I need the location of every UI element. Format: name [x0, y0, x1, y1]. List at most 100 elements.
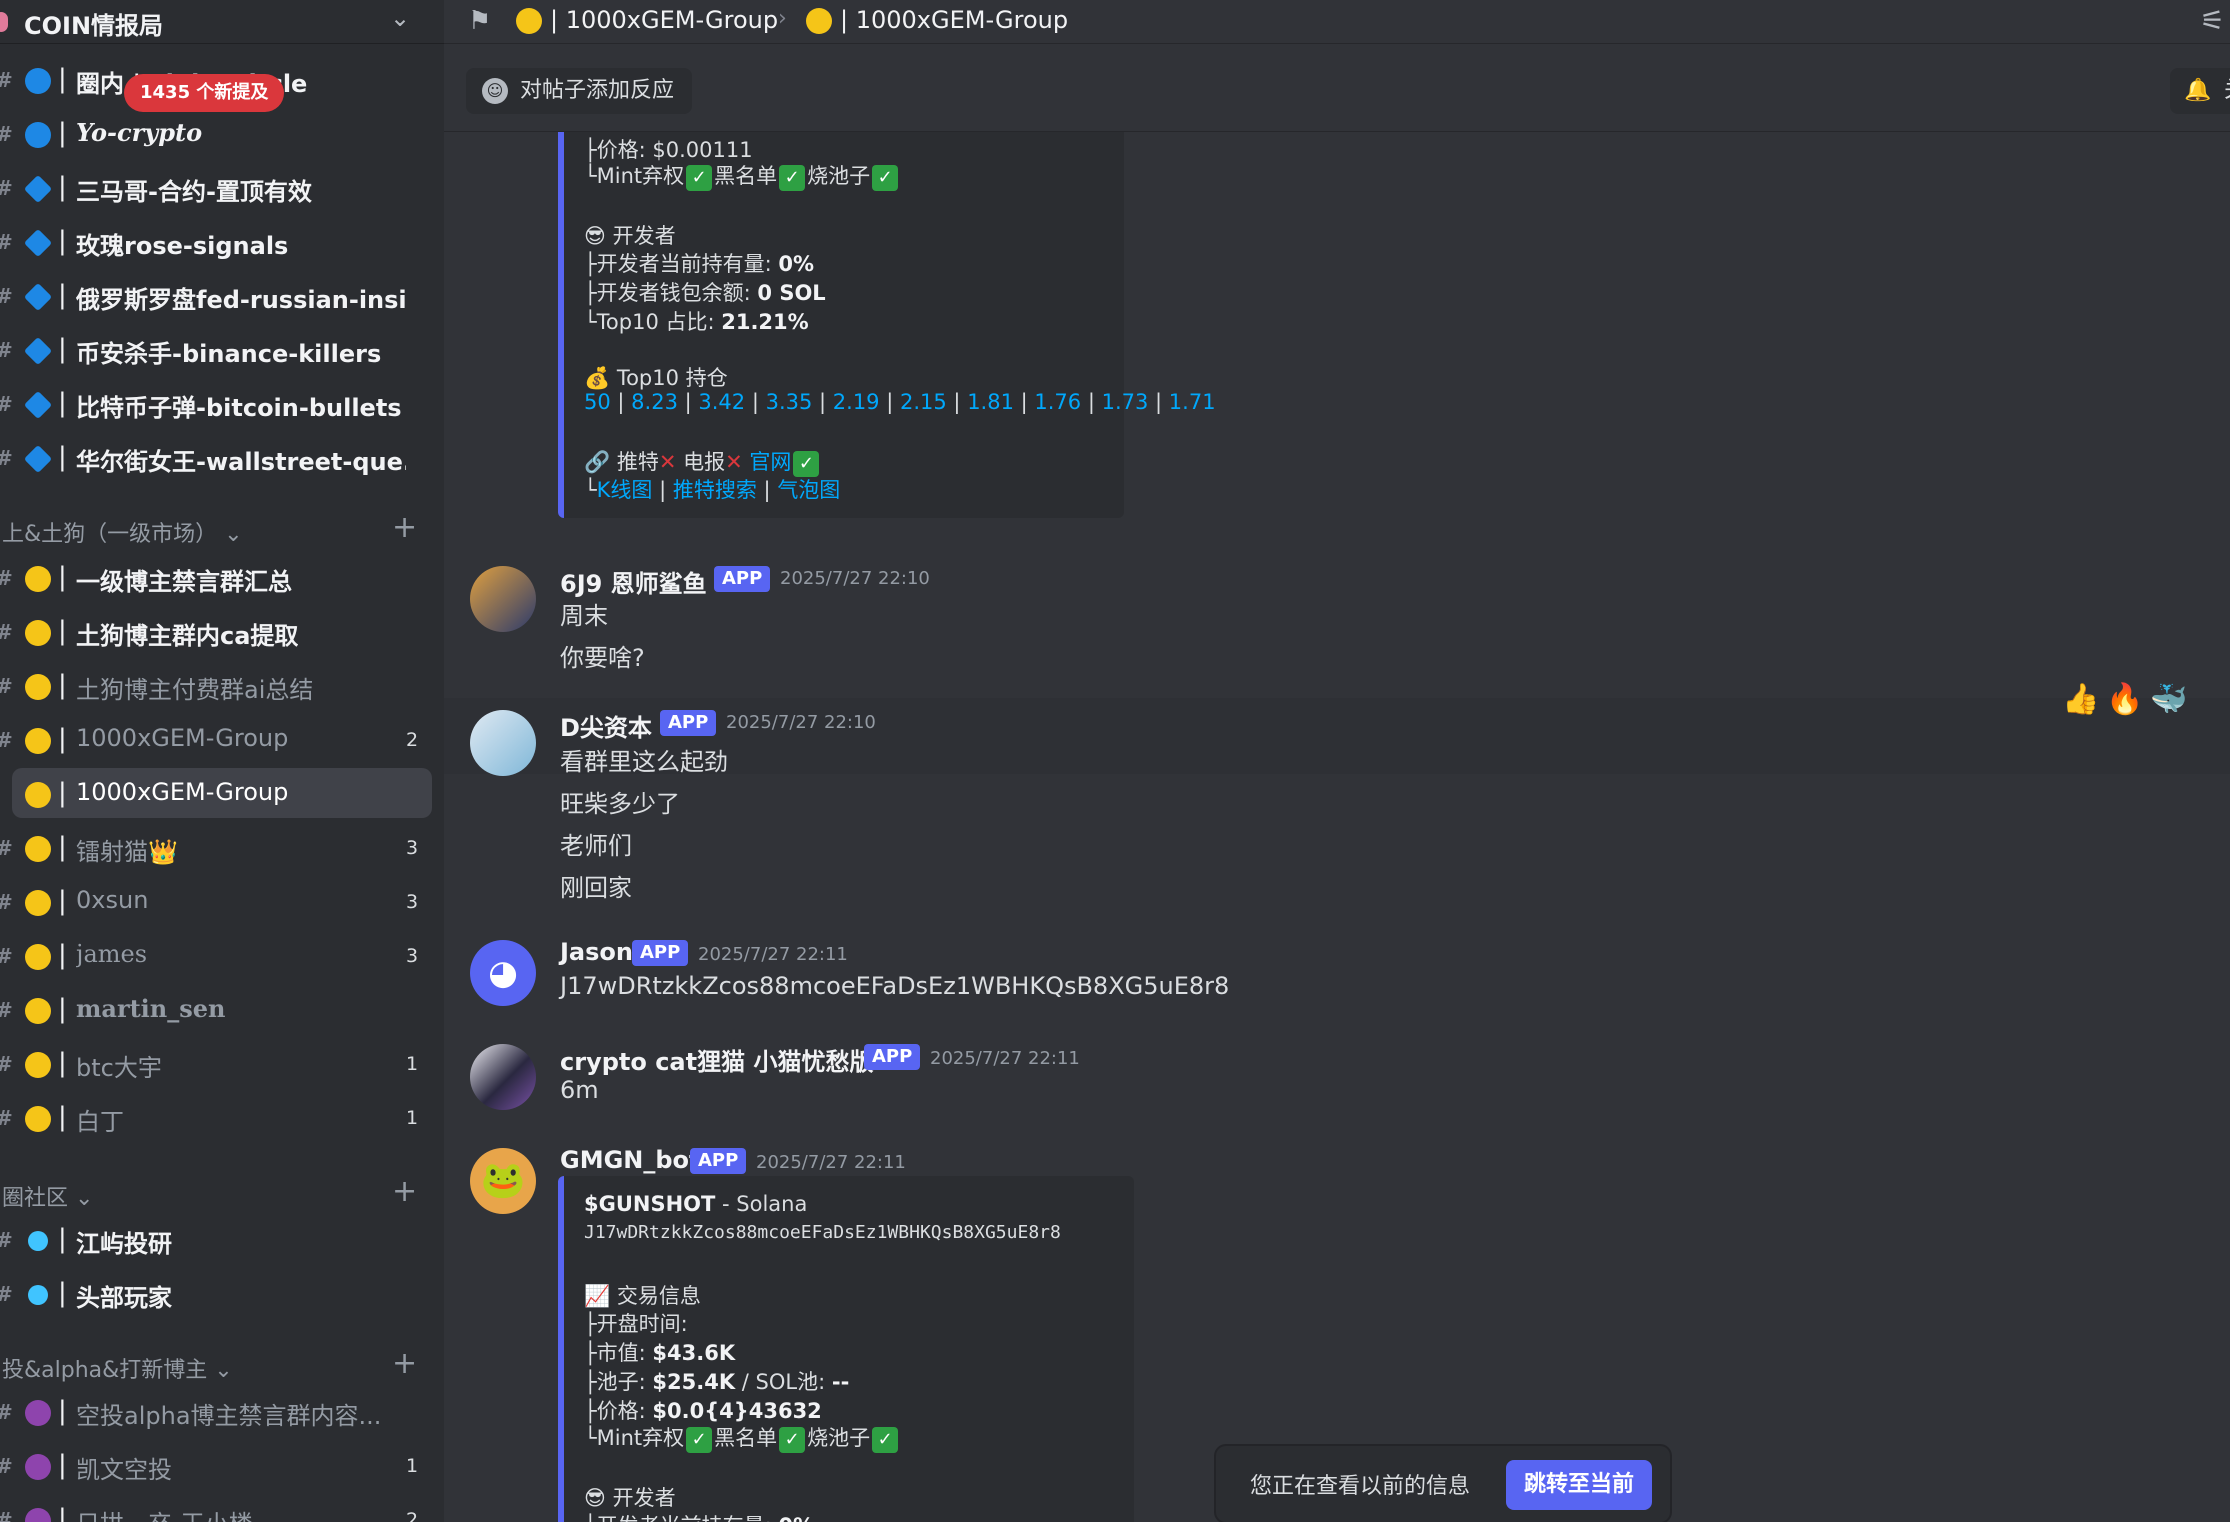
frog-avatar-icon[interactable]: 🐸: [470, 1148, 536, 1214]
channel-item[interactable]: # | 凯文空投 1: [0, 1440, 444, 1490]
username[interactable]: GMGN_bot: [560, 1146, 701, 1174]
channel-item[interactable]: # | 土狗博主付费群ai总结: [0, 660, 444, 710]
channel-item[interactable]: # | 镭射猫👑 3: [0, 822, 444, 872]
yellow-circle-icon: [25, 1106, 51, 1132]
yellow-circle-icon: [25, 674, 51, 700]
add-channel-icon[interactable]: +: [392, 1174, 417, 1209]
message-text: 旺柴多少了: [560, 790, 680, 818]
thread-icon: #: [0, 674, 13, 698]
thread-icon: #: [0, 68, 13, 92]
thread-icon: #: [0, 1400, 13, 1424]
embed-socials-line: 🔗 推特✕ 电报✕ 官网 ✓: [584, 446, 821, 477]
username[interactable]: D尖资本: [560, 708, 652, 743]
channel-label: james: [76, 940, 148, 968]
holder-link[interactable]: 1.81: [967, 390, 1014, 414]
username[interactable]: crypto cat狸猫 小猫忧愁版: [560, 1042, 873, 1077]
channel-item[interactable]: # | 三马哥-合约-置顶有效: [0, 162, 444, 212]
unread-count: 2: [406, 1509, 419, 1522]
channel-item[interactable]: # | 空投alpha博主禁言群内容...: [0, 1386, 444, 1436]
message[interactable]: D尖资本 APP 2025/7/27 22:10 看群里这么起劲 旺柴多少了 老…: [444, 698, 2230, 902]
channel-item[interactable]: # | Yo-crypto: [0, 108, 444, 158]
breadcrumb-parent[interactable]: | 1000xGEM-Group: [550, 6, 778, 34]
channel-item[interactable]: # | 俄罗斯罗盘fed-russian-insi...: [0, 270, 444, 320]
holder-link[interactable]: 1.73: [1102, 390, 1149, 414]
bubble-chart-link[interactable]: 气泡图: [777, 478, 840, 502]
holder-link[interactable]: 2.19: [833, 390, 880, 414]
category-header[interactable]: 投&alpha&打新博主 ⌄ +: [0, 1346, 444, 1386]
holder-link[interactable]: 3.35: [766, 390, 813, 414]
message[interactable]: ◕ Jason APP 2025/7/27 22:11 J17wDRtzkkZc…: [444, 928, 2230, 1008]
embed-safety-line: └Mint弃权 ✓ 黑名单 ✓ 烧池子 ✓: [584, 160, 900, 191]
channel-item[interactable]: # | 币安杀手-binance-killers: [0, 324, 444, 374]
channel-item[interactable]: # | 日拱一卒-王小楼 2: [0, 1494, 444, 1522]
avatar[interactable]: [470, 1044, 536, 1110]
holder-link[interactable]: 3.42: [698, 390, 745, 414]
channel-item[interactable]: # | 玫瑰rose-signals: [0, 216, 444, 266]
channel-label: 币安杀手-binance-killers: [76, 340, 382, 368]
channel-item[interactable]: # | 1000xGEM-Group 2: [0, 714, 444, 764]
add-reaction-button[interactable]: ☺ 对帖子添加反应: [466, 68, 693, 114]
twitter-search-link[interactable]: 推特搜索: [673, 478, 757, 502]
new-mentions-pill[interactable]: 1435 个新提及: [124, 74, 285, 112]
server-header[interactable]: COIN情报局 ⌄: [0, 0, 444, 44]
channel-item[interactable]: # | 0xsun 3: [0, 876, 444, 926]
thread-icon: #: [0, 392, 13, 416]
channel-label: martin_sen: [76, 994, 226, 1023]
discord-logo-icon[interactable]: ◕: [470, 940, 536, 1006]
jump-to-present-bar: 您正在查看以前的信息 跳转至当前: [1216, 1446, 1670, 1522]
channel-item[interactable]: # | 比特币子弹-bitcoin-bullets: [0, 378, 444, 428]
username[interactable]: 6J9 恩师鲨鱼: [560, 564, 707, 599]
app-badge: APP: [864, 1044, 921, 1070]
holder-link[interactable]: 8.23: [631, 390, 678, 414]
embed-dev-hold: ├开发者当前持有量: 0%: [584, 252, 815, 276]
mute-icon[interactable]: ⚟: [2200, 4, 2225, 37]
channel-item-active[interactable]: | 1000xGEM-Group: [12, 768, 432, 818]
message-text: 6m: [560, 1076, 599, 1104]
channel-item[interactable]: # | 江屿投研: [0, 1214, 444, 1264]
channel-item[interactable]: # | 头部玩家: [0, 1268, 444, 1318]
channel-item[interactable]: # | btc大宇 1: [0, 1038, 444, 1088]
timestamp: 2025/7/27 22:11: [698, 944, 848, 965]
website-link[interactable]: 官网: [749, 450, 791, 474]
channel-label: 白丁: [76, 1108, 124, 1136]
embed-open-time: ├开盘时间:: [584, 1312, 688, 1336]
category-header[interactable]: 圈社区 ⌄ +: [0, 1174, 444, 1214]
jump-to-present-button[interactable]: 跳转至当前: [1506, 1460, 1653, 1510]
yellow-circle-icon: [25, 728, 51, 754]
unread-count: 1: [406, 1053, 419, 1075]
channel-item[interactable]: # | martin_sen: [0, 984, 444, 1034]
channel-item[interactable]: # | james 3: [0, 930, 444, 980]
avatar[interactable]: [470, 566, 536, 632]
token-link[interactable]: $GUNSHOT: [584, 1192, 715, 1216]
yellow-circle-icon: [806, 8, 832, 34]
contract-address[interactable]: J17wDRtzkkZcos88mcoeEFaDsEz1WBHKQsB8XG5u…: [584, 1222, 1061, 1243]
channel-label: 一级博主禁言群汇总: [76, 568, 292, 596]
holder-link[interactable]: 50: [584, 390, 611, 414]
add-channel-icon[interactable]: +: [392, 1346, 417, 1381]
follow-button[interactable]: 🔔 关注: [2170, 68, 2230, 114]
cross-icon: ✕: [725, 450, 743, 474]
channel-topbar: ⚑ | 1000xGEM-Group › | 1000xGEM-Group ⚟: [444, 0, 2230, 44]
add-channel-icon[interactable]: +: [392, 510, 417, 545]
holder-link[interactable]: 1.76: [1034, 390, 1081, 414]
embed-title: $GUNSHOT - Solana: [584, 1192, 808, 1216]
holder-link[interactable]: 2.15: [900, 390, 947, 414]
thread-icon: #: [0, 1508, 13, 1522]
holder-link[interactable]: 1.71: [1169, 390, 1216, 414]
channel-label: 土狗博主群内ca提取: [76, 622, 299, 650]
channel-item[interactable]: # | 白丁 1: [0, 1092, 444, 1142]
kline-link[interactable]: K线图: [597, 478, 653, 502]
category-header[interactable]: 上&土狗（一级市场） ⌄ +: [0, 510, 444, 550]
chevron-down-icon[interactable]: ⌄: [390, 4, 410, 32]
message[interactable]: 6J9 恩师鲨鱼 APP 2025/7/27 22:10 周末 你要啥?: [444, 552, 2230, 672]
timestamp: 2025/7/27 22:11: [930, 1048, 1080, 1069]
channel-item[interactable]: # | 一级博主禁言群汇总: [0, 552, 444, 602]
avatar[interactable]: [470, 710, 536, 776]
bot-embed: ├价格: $0.00111 └Mint弃权 ✓ 黑名单 ✓ 烧池子 ✓ 😎 开发者 ├开发…: [558, 132, 1216, 518]
yellow-circle-icon: [25, 620, 51, 646]
cross-icon: ✕: [658, 450, 677, 474]
message[interactable]: crypto cat狸猫 小猫忧愁版 APP 2025/7/27 22:11 6…: [444, 1032, 2230, 1112]
username[interactable]: Jason: [560, 938, 633, 966]
channel-item[interactable]: # | 华尔街女王-wallstreet-que...: [0, 432, 444, 482]
channel-item[interactable]: # | 土狗博主群内ca提取: [0, 606, 444, 656]
